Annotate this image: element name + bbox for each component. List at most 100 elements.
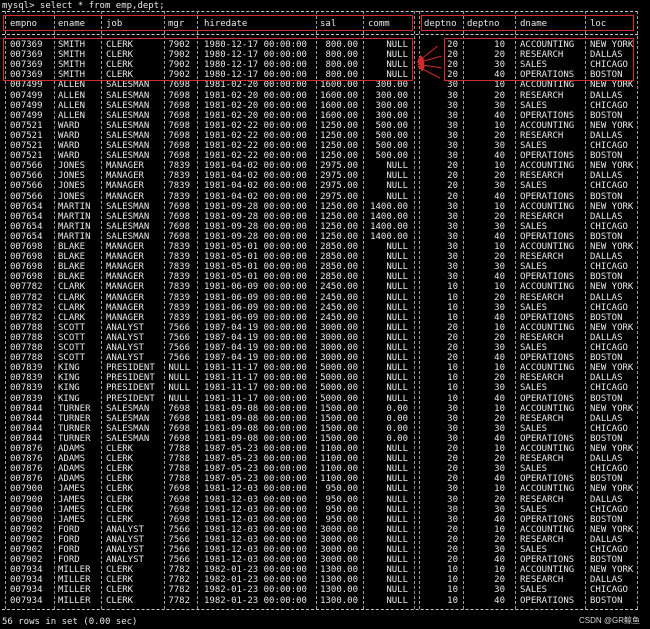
cell-sal: 1500.00 [320, 403, 358, 414]
cell-mgr: NULL [168, 393, 190, 404]
cell-empno: 007698 [10, 242, 43, 252]
cell-dname: OPERATIONS [520, 312, 575, 323]
cell-empno: 007499 [10, 100, 43, 111]
table-row: 007839 KING PRESIDENT NULL 1981-11-17 00:00:… [0, 394, 650, 404]
cell-job: ANALYST [106, 332, 144, 343]
cell-deptno: 30 [494, 504, 505, 515]
cell-empno: 007876 [10, 454, 43, 465]
cell-comm: NULL [386, 524, 408, 535]
cell-deptno: 30 [447, 433, 458, 444]
cell-comm: 1400.00 [370, 231, 408, 242]
cell-deptno: 10 [447, 363, 458, 374]
cell-ename: TURNER [58, 423, 91, 434]
table-row: 007788 SCOTT ANALYST 7566 1987-04-19 00:00:0… [0, 353, 650, 363]
cell-ename: FORD [58, 545, 80, 555]
cell-deptno: 20 [494, 494, 505, 505]
cell-sal: 3000.00 [320, 322, 358, 333]
cell-deptno: 10 [494, 403, 505, 414]
cell-deptno: 30 [447, 110, 458, 121]
cell-job: MANAGER [106, 302, 144, 313]
cell-ename: MARTIN [58, 201, 91, 212]
cell-deptno: 40 [494, 191, 505, 202]
cell-sal: 3000.00 [320, 524, 358, 535]
cell-mgr: 7839 [168, 262, 190, 273]
cell-ename: KING [58, 363, 80, 374]
cell-empno: 007876 [10, 444, 43, 454]
cell-deptno: 10 [447, 302, 458, 313]
cell-deptno: 10 [447, 595, 458, 606]
cell-comm: NULL [386, 504, 408, 515]
cell-job: MANAGER [106, 272, 144, 283]
cell-deptno: 20 [494, 171, 505, 182]
terminal-window[interactable]: mysql> select * from emp,dept; empno enam… [0, 0, 650, 629]
cell-job: MANAGER [106, 242, 144, 252]
table-row: 007839 KING PRESIDENT NULL 1981-11-17 00:00:… [0, 363, 650, 373]
cell-dname: OPERATIONS [520, 231, 575, 242]
cell-deptno: 30 [447, 484, 458, 495]
cell-empno: 007698 [10, 252, 43, 263]
cell-dname: RESEARCH [520, 575, 564, 586]
cell-deptno: 10 [494, 565, 505, 576]
cell-hiredate: 1981-11-17 00:00:00 [204, 373, 307, 384]
cell-job: MANAGER [106, 282, 144, 293]
cell-deptno: 30 [494, 545, 505, 555]
cell-job: PRESIDENT [106, 373, 155, 384]
cell-mgr: 7698 [168, 110, 190, 121]
cell-empno: 007876 [10, 474, 43, 485]
cell-ename: SCOTT [58, 343, 86, 353]
cell-ename: KING [58, 393, 80, 404]
cell-comm: NULL [386, 292, 408, 303]
cell-sal: 5000.00 [320, 373, 358, 384]
cell-mgr: 7566 [168, 322, 190, 333]
cell-ename: WARD [58, 130, 80, 141]
cell-loc: BOSTON [590, 595, 623, 606]
cell-job: ANALYST [106, 322, 144, 333]
cell-deptno: 20 [447, 534, 458, 545]
cell-dname: RESEARCH [520, 171, 564, 182]
cell-hiredate: 1981-09-28 00:00:00 [204, 201, 307, 212]
cell-dname: SALES [520, 181, 548, 192]
cell-empno: 007876 [10, 464, 43, 475]
cell-hiredate: 1981-09-28 00:00:00 [204, 221, 307, 232]
cell-job: CLERK [106, 585, 134, 596]
table-row: 007521 WARD SALESMAN 7698 1981-02-22 00:00:0… [0, 131, 650, 141]
cell-mgr: 7698 [168, 423, 190, 434]
cell-hiredate: 1981-02-20 00:00:00 [204, 80, 307, 91]
cell-deptno: 40 [494, 514, 505, 525]
cell-empno: 007521 [10, 141, 43, 151]
cell-hiredate: 1981-12-03 00:00:00 [204, 494, 307, 505]
table-row: 007521 WARD SALESMAN 7698 1981-02-22 00:00:0… [0, 141, 650, 151]
table-row: 007934 MILLER CLERK 7782 1982-01-23 00:00:00… [0, 565, 650, 575]
cell-empno: 007654 [10, 201, 43, 212]
cell-mgr: 7839 [168, 272, 190, 283]
cell-hiredate: 1981-04-02 00:00:00 [204, 191, 307, 202]
cell-empno: 007788 [10, 322, 43, 333]
cell-hiredate: 1981-09-28 00:00:00 [204, 231, 307, 242]
cell-sal: 3000.00 [320, 534, 358, 545]
cell-ename: BLAKE [58, 242, 86, 252]
cell-comm: NULL [386, 464, 408, 475]
cell-ename: ALLEN [58, 80, 86, 91]
cell-sal: 1300.00 [320, 595, 358, 606]
cell-dname: OPERATIONS [520, 393, 575, 404]
cell-empno: 007499 [10, 110, 43, 121]
cell-deptno: 30 [447, 262, 458, 273]
table-row: 007566 JONES MANAGER 7839 1981-04-02 00:00:0… [0, 171, 650, 181]
cell-deptno: 10 [447, 585, 458, 596]
cell-mgr: 7566 [168, 353, 190, 364]
cell-deptno: 30 [494, 343, 505, 353]
cell-dname: RESEARCH [520, 292, 564, 303]
cell-dname: SALES [520, 545, 548, 555]
table-row: 007934 MILLER CLERK 7782 1982-01-23 00:00:00… [0, 575, 650, 585]
cell-mgr: 7698 [168, 231, 190, 242]
table-row: 007788 SCOTT ANALYST 7566 1987-04-19 00:00:0… [0, 343, 650, 353]
cell-hiredate: 1981-11-17 00:00:00 [204, 383, 307, 394]
cell-job: PRESIDENT [106, 363, 155, 374]
cell-empno: 007902 [10, 534, 43, 545]
cell-job: CLERK [106, 565, 134, 576]
table-row: 007782 CLARK MANAGER 7839 1981-06-09 00:00:0… [0, 293, 650, 303]
cell-deptno: 40 [494, 272, 505, 283]
cell-deptno: 40 [494, 393, 505, 404]
table-row: 007499 ALLEN SALESMAN 7698 1981-02-20 00:00:… [0, 91, 650, 101]
cell-ename: BLAKE [58, 262, 86, 273]
